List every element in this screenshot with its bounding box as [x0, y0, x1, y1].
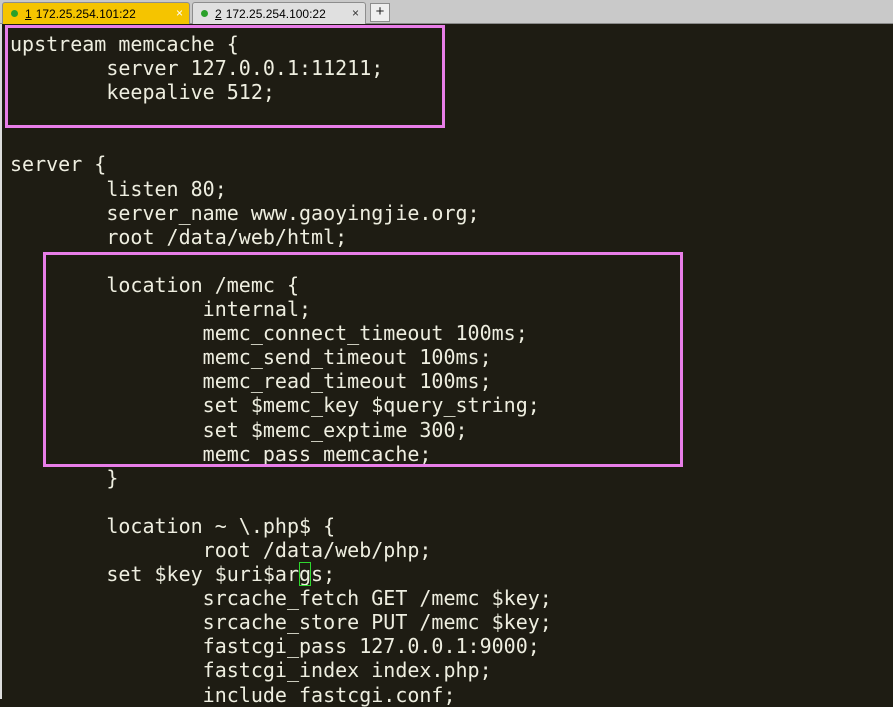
tab-number: 1	[25, 6, 32, 21]
code-line: set $memc_exptime 300;	[10, 417, 468, 442]
close-tab-icon[interactable]: ×	[176, 6, 183, 20]
tab-bar: 1 172.25.254.101:22 × 2 172.25.254.100:2…	[0, 0, 893, 24]
session-tab-2[interactable]: 2 172.25.254.100:22 ×	[192, 2, 366, 24]
code-line: memc_pass memcache;	[10, 441, 432, 466]
new-tab-button[interactable]: +	[370, 3, 390, 22]
code-line: server_name www.gaoyingjie.org;	[10, 200, 480, 225]
config-text: upstream memcache { server 127.0.0.1:112…	[10, 32, 552, 707]
close-tab-icon[interactable]: ×	[352, 6, 359, 20]
connected-status-icon	[201, 10, 208, 17]
code-line: srcache_fetch GET /memc $key;	[10, 586, 552, 611]
code-line-with-cursor: set $key $uri$args;	[10, 562, 552, 587]
code-line: internal;	[10, 297, 312, 322]
code-line: keepalive 512;	[10, 80, 275, 105]
connected-status-icon	[11, 10, 18, 17]
session-tab-1[interactable]: 1 172.25.254.101:22 ×	[2, 2, 190, 24]
tab-number: 2	[215, 6, 222, 21]
code-line: listen 80;	[10, 176, 227, 201]
code-line: memc_read_timeout 100ms;	[10, 369, 492, 394]
code-line: set $memc_key $query_string;	[10, 393, 540, 418]
code-line: server {	[10, 152, 107, 177]
code-line: fastcgi_pass 127.0.0.1:9000;	[10, 634, 540, 659]
code-line: root /data/web/html;	[10, 224, 348, 249]
code-line: include fastcgi.conf;	[10, 682, 456, 707]
tab-host-label: 172.25.254.100:22	[225, 6, 326, 21]
code-line: }	[10, 465, 119, 490]
cursor-line-before: set $key $uri$ar	[10, 562, 299, 587]
terminal-view[interactable]: upstream memcache { server 127.0.0.1:112…	[0, 24, 893, 707]
code-line: memc_connect_timeout 100ms;	[10, 321, 528, 346]
code-line: location /memc {	[10, 272, 299, 297]
code-line: fastcgi_index index.php;	[10, 658, 492, 683]
text-cursor: g	[298, 562, 312, 587]
code-line: server 127.0.0.1:11211;	[10, 56, 384, 81]
code-line: upstream memcache {	[10, 32, 239, 56]
code-line: srcache_store PUT /memc $key;	[10, 610, 552, 635]
code-line: root /data/web/php;	[10, 537, 432, 562]
code-line: location ~ \.php$ {	[10, 513, 336, 538]
code-line: memc_send_timeout 100ms;	[10, 345, 492, 370]
tab-host-label: 172.25.254.101:22	[35, 6, 136, 21]
cursor-line-after: s;	[311, 562, 336, 587]
